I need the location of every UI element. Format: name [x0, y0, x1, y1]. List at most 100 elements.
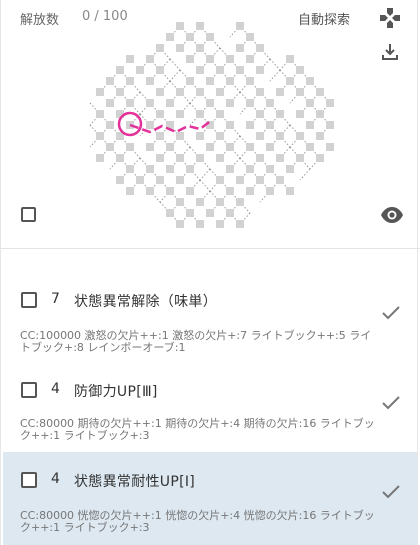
skill-node[interactable] [166, 33, 174, 41]
skill-node[interactable] [186, 187, 194, 195]
skill-node[interactable] [306, 77, 314, 85]
skill-checkbox[interactable] [21, 382, 37, 398]
skill-node[interactable] [216, 198, 224, 206]
skill-node[interactable] [216, 88, 224, 96]
skill-node[interactable] [216, 132, 224, 140]
skill-node[interactable] [216, 110, 224, 118]
check-icon[interactable] [381, 305, 401, 321]
skill-node[interactable] [236, 22, 244, 30]
skill-node[interactable] [206, 33, 214, 41]
skill-node[interactable] [326, 99, 334, 107]
skill-node[interactable] [246, 99, 254, 107]
skill-node[interactable] [296, 154, 304, 162]
skill-node[interactable] [196, 88, 204, 96]
skill-node[interactable] [176, 198, 184, 206]
skill-node[interactable] [246, 77, 254, 85]
skill-node[interactable] [106, 99, 114, 107]
skill-node[interactable] [316, 110, 324, 118]
skill-node[interactable] [306, 99, 314, 107]
skill-node[interactable] [196, 22, 204, 30]
skill-node[interactable] [256, 88, 264, 96]
skill-node[interactable] [116, 176, 124, 184]
skill-node[interactable] [306, 121, 314, 129]
skill-node[interactable] [296, 110, 304, 118]
skill-node[interactable] [176, 176, 184, 184]
check-icon[interactable] [381, 395, 401, 411]
skill-node[interactable] [196, 198, 204, 206]
skill-node[interactable] [186, 77, 194, 85]
skill-node[interactable] [196, 220, 204, 228]
skill-node[interactable] [166, 99, 174, 107]
skill-node[interactable] [276, 110, 284, 118]
skill-node[interactable] [216, 66, 224, 74]
skill-node[interactable] [126, 143, 134, 151]
skill-node[interactable] [176, 88, 184, 96]
skill-node[interactable] [196, 110, 204, 118]
skill-node[interactable] [106, 77, 114, 85]
skill-node[interactable] [236, 44, 244, 52]
skill-node[interactable] [146, 121, 154, 129]
skill-node[interactable] [286, 187, 294, 195]
skill-node[interactable] [316, 154, 324, 162]
skill-node[interactable] [226, 143, 234, 151]
eye-icon[interactable] [380, 205, 404, 225]
check-icon[interactable] [381, 484, 401, 500]
skill-node[interactable] [276, 132, 284, 140]
skill-node[interactable] [106, 121, 114, 129]
skill-node[interactable] [256, 66, 264, 74]
skill-node[interactable] [296, 66, 304, 74]
skill-node[interactable] [226, 209, 234, 217]
skill-node[interactable] [206, 77, 214, 85]
skill-node[interactable] [136, 176, 144, 184]
skill-item[interactable]: 7 状態異常解除（味単） CC:100000 激怒の欠片++:1 激怒の欠片+:… [3, 270, 417, 370]
skill-node[interactable] [186, 33, 194, 41]
skill-node[interactable] [136, 66, 144, 74]
skill-node[interactable] [126, 165, 134, 173]
skill-node[interactable] [166, 165, 174, 173]
skill-node[interactable] [176, 132, 184, 140]
skill-node[interactable] [166, 143, 174, 151]
skill-node[interactable] [186, 55, 194, 63]
skill-node[interactable] [236, 220, 244, 228]
skill-node[interactable] [166, 187, 174, 195]
skill-node[interactable] [286, 165, 294, 173]
skill-node[interactable] [266, 165, 274, 173]
skill-node[interactable] [156, 88, 164, 96]
skill-node[interactable] [156, 176, 164, 184]
skill-node[interactable] [216, 154, 224, 162]
skill-node[interactable] [206, 55, 214, 63]
tree-select-checkbox[interactable] [21, 207, 36, 222]
skill-node[interactable] [196, 44, 204, 52]
skill-node[interactable] [276, 88, 284, 96]
skill-node[interactable] [246, 143, 254, 151]
skill-node[interactable] [266, 99, 274, 107]
skill-node[interactable] [256, 44, 264, 52]
skill-node[interactable] [226, 99, 234, 107]
skill-node[interactable] [186, 209, 194, 217]
skill-node[interactable] [276, 154, 284, 162]
skill-node[interactable] [326, 121, 334, 129]
skill-node[interactable] [316, 88, 324, 96]
skill-node[interactable] [176, 154, 184, 162]
skill-node[interactable] [176, 44, 184, 52]
skill-node[interactable] [156, 110, 164, 118]
skill-node[interactable] [286, 77, 294, 85]
skill-node[interactable] [256, 132, 264, 140]
skill-node[interactable] [236, 176, 244, 184]
skill-node[interactable] [226, 121, 234, 129]
skill-node[interactable] [246, 165, 254, 173]
skill-node[interactable] [196, 132, 204, 140]
skill-node[interactable] [126, 77, 134, 85]
skill-checkbox[interactable] [21, 292, 37, 308]
skill-node[interactable] [146, 143, 154, 151]
skill-node[interactable] [246, 121, 254, 129]
skill-node[interactable] [256, 110, 264, 118]
skill-node[interactable] [246, 187, 254, 195]
skill-node[interactable] [106, 143, 114, 151]
skill-node[interactable] [236, 66, 244, 74]
skill-node[interactable] [156, 132, 164, 140]
skill-node[interactable] [256, 154, 264, 162]
skill-node[interactable] [316, 132, 324, 140]
skill-node[interactable] [176, 22, 184, 30]
skill-node[interactable] [206, 143, 214, 151]
